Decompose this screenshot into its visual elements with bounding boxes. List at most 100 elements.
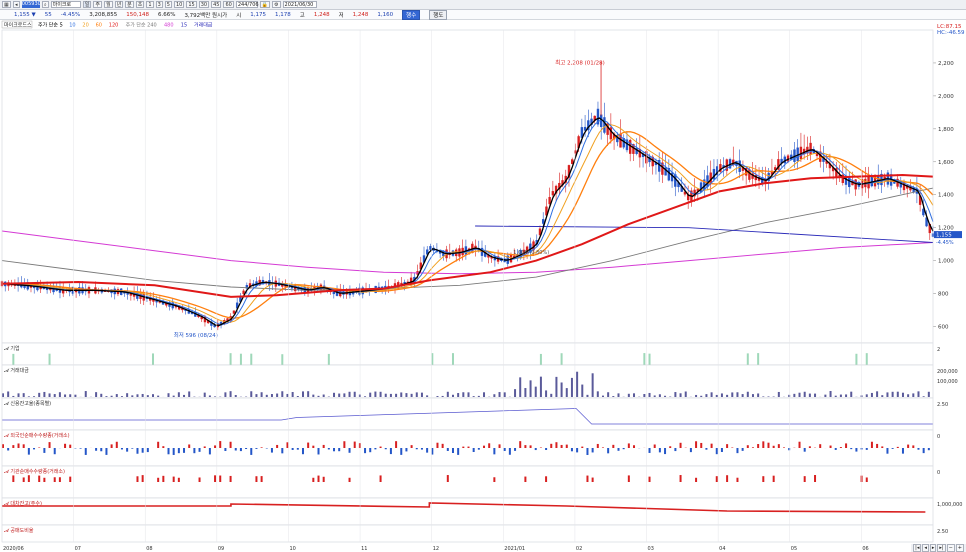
nav-prev-button[interactable]: ◂ bbox=[922, 544, 929, 552]
bar bbox=[839, 394, 842, 397]
subpanel-frame bbox=[1, 342, 934, 366]
bar bbox=[741, 448, 744, 451]
bar bbox=[803, 448, 806, 452]
bar bbox=[27, 475, 30, 482]
period-year-button[interactable]: 년 bbox=[114, 1, 124, 8]
subpanel-label: 𝓐 기업 bbox=[4, 345, 20, 352]
bar bbox=[757, 353, 760, 365]
subpanel-5: 𝓐 대차잔고(주수) 1,000,000 bbox=[1, 497, 962, 526]
period-45[interactable]: 45 bbox=[211, 1, 222, 8]
legend-item-3: 60 bbox=[96, 23, 102, 29]
bar bbox=[705, 394, 708, 397]
low-label: 고 bbox=[299, 12, 305, 19]
bar bbox=[410, 393, 413, 397]
bar bbox=[736, 392, 739, 397]
bar bbox=[751, 447, 754, 448]
subpanel-4: 𝓐 기관순매수수량종(거래소) 0 bbox=[1, 465, 940, 499]
y-tick-label-0: 2,200 bbox=[938, 61, 954, 67]
count-field[interactable]: 244/706 bbox=[235, 1, 259, 8]
bar bbox=[38, 475, 41, 482]
bar bbox=[177, 477, 180, 482]
bar bbox=[64, 394, 67, 397]
bar bbox=[301, 391, 304, 397]
bar bbox=[648, 476, 651, 482]
bar bbox=[312, 445, 315, 448]
bar bbox=[17, 393, 20, 397]
bar bbox=[446, 448, 449, 451]
period-3[interactable]: 3 bbox=[155, 1, 163, 8]
bar bbox=[653, 444, 656, 448]
change-value: 55 bbox=[44, 11, 52, 18]
bar bbox=[891, 448, 894, 449]
bar bbox=[120, 448, 123, 450]
bar bbox=[762, 476, 765, 482]
bar bbox=[141, 393, 144, 397]
bar bbox=[229, 441, 232, 448]
bar bbox=[219, 475, 222, 482]
grid-icon[interactable]: ▦ bbox=[2, 1, 11, 8]
gear-icon[interactable]: ⚙ bbox=[272, 1, 281, 8]
period-week-button[interactable]: 주 bbox=[93, 1, 102, 8]
bar bbox=[58, 477, 61, 482]
bar bbox=[234, 448, 237, 451]
bar bbox=[865, 394, 868, 397]
bar bbox=[565, 444, 568, 448]
x-tick-label-6: 12 bbox=[433, 546, 439, 552]
nav-next-button[interactable]: ▸ bbox=[929, 544, 937, 552]
bar bbox=[876, 391, 879, 397]
chart-toolbar: ▦ ◂ 005930 ⌕ 마이크로 일 주 월 년 분 초 1 3 5 10 1… bbox=[0, 0, 966, 10]
bar bbox=[120, 396, 123, 397]
low-value: 1,248 bbox=[313, 11, 330, 18]
bar bbox=[612, 444, 615, 448]
period-60[interactable]: 60 bbox=[223, 1, 234, 8]
period-1[interactable]: 1 bbox=[146, 1, 154, 8]
lock-icon[interactable]: 🔒 bbox=[259, 1, 271, 8]
buy-button[interactable]: 행수 bbox=[402, 9, 421, 20]
bar bbox=[214, 445, 217, 448]
bar bbox=[239, 448, 242, 452]
date-field[interactable]: 2021/06/30 bbox=[282, 1, 317, 8]
period-30[interactable]: 30 bbox=[198, 1, 210, 8]
bar bbox=[436, 396, 439, 397]
bar bbox=[348, 448, 351, 453]
bar bbox=[436, 442, 439, 448]
bar bbox=[855, 353, 858, 365]
bar bbox=[596, 391, 599, 397]
nav-first-button[interactable]: |◂ bbox=[913, 544, 922, 552]
left-arrow-icon[interactable]: ◂ bbox=[12, 1, 20, 8]
period-5[interactable]: 5 bbox=[164, 1, 172, 8]
bar bbox=[395, 393, 398, 397]
bar bbox=[746, 353, 749, 365]
bar bbox=[338, 393, 341, 397]
bar bbox=[348, 477, 351, 482]
bar bbox=[462, 446, 465, 448]
bar bbox=[214, 475, 217, 482]
bar bbox=[95, 392, 98, 397]
zoom-in-button[interactable]: + bbox=[955, 544, 964, 552]
bar bbox=[74, 394, 77, 397]
bar bbox=[627, 475, 630, 482]
code-field[interactable]: 005930 bbox=[21, 1, 41, 8]
bar bbox=[157, 395, 160, 397]
bar bbox=[100, 448, 103, 452]
period-day-button[interactable]: 일 bbox=[82, 1, 92, 8]
legend-item-4: 120 bbox=[109, 23, 119, 29]
bar bbox=[870, 392, 873, 397]
period-minute-button[interactable]: 분 bbox=[125, 1, 134, 8]
sell-button[interactable]: 행도 bbox=[429, 9, 448, 20]
name-field[interactable]: 마이크로 bbox=[50, 1, 81, 8]
stock-chart[interactable]: 마이크로드스 주가 단순 5 10 20 60 120 주가 단순 240 480 15 거래대금… bbox=[0, 20, 966, 552]
period-month-button[interactable]: 월 bbox=[103, 1, 113, 8]
bar bbox=[850, 448, 853, 450]
bar bbox=[627, 443, 630, 448]
bar bbox=[746, 391, 749, 397]
search-icon[interactable]: ⌕ bbox=[41, 1, 49, 8]
nav-last-button[interactable]: ▸| bbox=[937, 544, 946, 552]
period-10[interactable]: 10 bbox=[173, 1, 185, 8]
period-15[interactable]: 15 bbox=[186, 1, 197, 8]
bar bbox=[653, 395, 656, 397]
bar bbox=[731, 392, 734, 397]
bar bbox=[38, 447, 41, 448]
zoom-out-button[interactable]: − bbox=[946, 544, 955, 552]
period-tick-button[interactable]: 초 bbox=[135, 1, 145, 8]
